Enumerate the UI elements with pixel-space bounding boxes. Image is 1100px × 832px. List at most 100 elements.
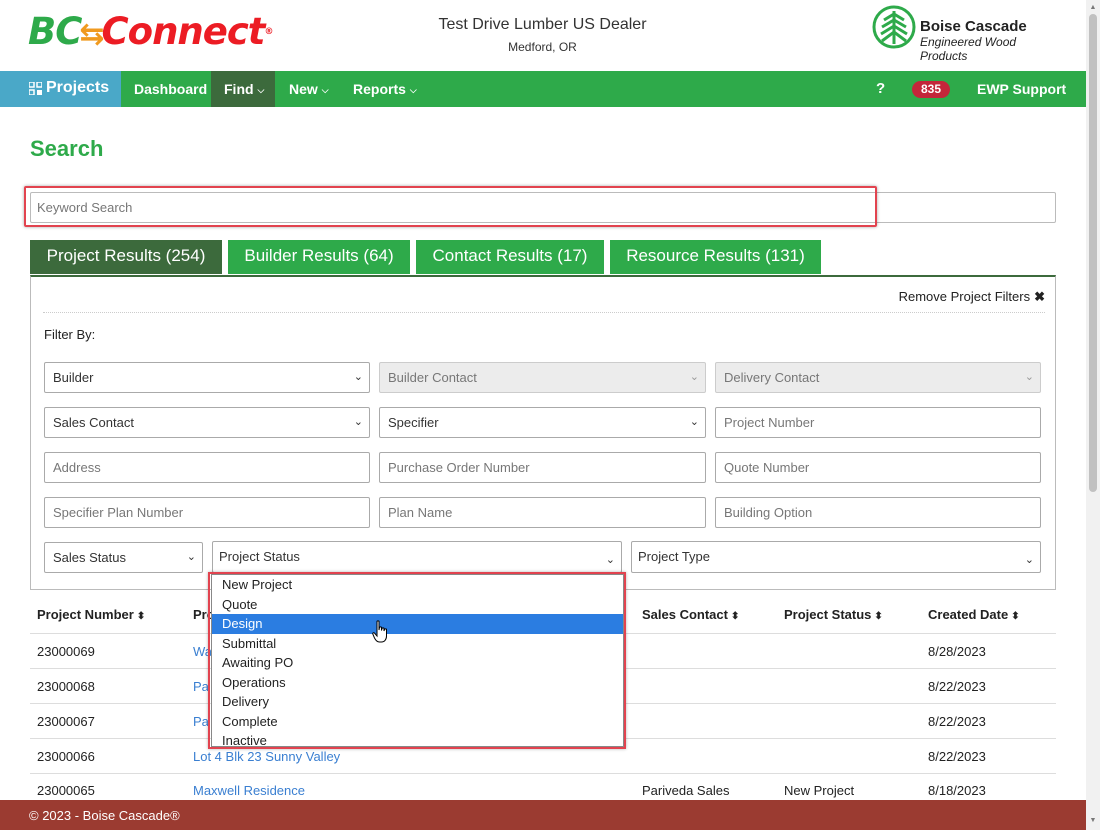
project-name-link[interactable]: Lot 4 Blk 23 Sunny Valley xyxy=(193,749,340,764)
column-header-created-date[interactable]: Created Date ⬍ xyxy=(928,607,1020,622)
status-option-complete[interactable]: Complete xyxy=(212,712,623,732)
delivery-contact-select[interactable]: Delivery Contact ⌄ xyxy=(715,362,1041,393)
quote-number-input[interactable]: Quote Number xyxy=(715,452,1041,483)
column-label: Project Status xyxy=(784,607,872,622)
filter-by-label: Filter By: xyxy=(44,327,96,342)
tab-resource-results[interactable]: Resource Results (131) xyxy=(610,240,821,274)
page-title: Search xyxy=(30,136,104,161)
chevron-down-icon: ⌄ xyxy=(1024,371,1034,383)
created-date-cell: 8/18/2023 xyxy=(928,783,986,798)
project-number-cell: 23000067 xyxy=(37,714,95,729)
company-name: Boise Cascade xyxy=(920,18,1027,35)
help-button[interactable]: ? xyxy=(876,71,885,107)
project-type-multiselect[interactable]: Project Type ⌄ xyxy=(631,541,1041,573)
delivery-contact-value: Delivery Contact xyxy=(724,370,820,385)
column-header-project-status[interactable]: Project Status ⬍ xyxy=(784,607,883,622)
sort-icon: ⬍ xyxy=(136,611,146,622)
chevron-down-icon: ⌄ xyxy=(353,416,363,428)
created-date-cell: 8/22/2023 xyxy=(928,749,986,764)
builder-contact-value: Builder Contact xyxy=(388,370,477,385)
sales-contact-value: Sales Contact xyxy=(53,415,134,430)
column-label: Sales Contact xyxy=(642,607,728,622)
nav-ewp-support[interactable]: EWP Support xyxy=(977,71,1066,107)
nav-dashboard-label: Dashboard xyxy=(134,81,208,97)
status-option-operations[interactable]: Operations xyxy=(212,673,623,693)
sort-icon: ⬍ xyxy=(1011,611,1020,622)
builder-contact-select[interactable]: Builder Contact ⌄ xyxy=(379,362,706,393)
plan-name-input[interactable]: Plan Name xyxy=(379,497,706,528)
project-number-input[interactable]: Project Number xyxy=(715,407,1041,438)
project-name-link[interactable]: Pa xyxy=(193,714,209,729)
boise-cascade-logo: Boise Cascade Engineered Wood Products xyxy=(872,5,1062,63)
project-number-cell: 23000068 xyxy=(37,679,95,694)
project-name-link[interactable]: Pa xyxy=(193,679,209,694)
status-option-awaiting-po[interactable]: Awaiting PO xyxy=(212,653,623,673)
specifier-value: Specifier xyxy=(388,415,439,430)
project-type-value: Project Type xyxy=(638,549,711,564)
specifier-select[interactable]: Specifier ⌄ xyxy=(379,407,706,438)
close-icon: ✖ xyxy=(1034,289,1045,304)
project-number-cell: 23000069 xyxy=(37,644,95,659)
sales-status-select[interactable]: Sales Status ⌄ xyxy=(44,542,203,573)
logo-bc-text: BC xyxy=(28,10,82,53)
nav-find-label: Find xyxy=(224,81,254,97)
tab-project-results[interactable]: Project Results (254) xyxy=(30,240,222,274)
created-date-cell: 8/22/2023 xyxy=(928,714,986,729)
nav-projects-label: Projects xyxy=(46,79,110,96)
keyword-search-input[interactable] xyxy=(30,192,1056,223)
project-name-link[interactable]: Wa xyxy=(193,644,212,659)
column-label: Project Number xyxy=(37,607,134,622)
chevron-down-icon: ⌄ xyxy=(605,554,615,566)
nav-reports[interactable]: Reports ⌵ xyxy=(353,71,417,107)
scroll-up-icon[interactable]: ▲ xyxy=(1088,3,1098,13)
logo-arrows-icon: ⇆ xyxy=(79,17,104,52)
chevron-down-icon: ⌄ xyxy=(689,371,699,383)
project-status-cell: New Project xyxy=(784,783,855,798)
builder-select-value: Builder xyxy=(53,370,94,385)
address-input[interactable]: Address xyxy=(44,452,370,483)
scroll-down-icon[interactable]: ▼ xyxy=(1088,816,1098,826)
nav-find[interactable]: Find ⌵ xyxy=(211,71,275,107)
dealer-name: Test Drive Lumber US Dealer xyxy=(438,16,647,33)
bcconnect-logo[interactable]: BC⇆Connect® xyxy=(28,10,273,57)
nav-new[interactable]: New ⌵ xyxy=(289,71,329,107)
scrollbar-thumb[interactable] xyxy=(1089,14,1097,492)
footer-copyright: © 2023 - Boise Cascade® xyxy=(29,808,180,823)
status-option-inactive[interactable]: Inactive xyxy=(212,731,623,751)
purchase-order-number-input[interactable]: Purchase Order Number xyxy=(379,452,706,483)
builder-select[interactable]: Builder ⌄ xyxy=(44,362,370,393)
sort-icon: ⬍ xyxy=(874,611,883,622)
tree-icon xyxy=(872,5,916,49)
column-header-sales-contact[interactable]: Sales Contact ⬍ xyxy=(642,607,739,622)
sales-contact-select[interactable]: Sales Contact ⌄ xyxy=(44,407,370,438)
status-option-delivery[interactable]: Delivery xyxy=(212,692,623,712)
created-date-cell: 8/28/2023 xyxy=(928,644,986,659)
status-option-submittal[interactable]: Submittal xyxy=(212,634,623,654)
status-option-design[interactable]: Design xyxy=(212,614,623,634)
dealer-info: Test Drive Lumber US Dealer Medford, OR xyxy=(380,16,705,54)
status-option-quote[interactable]: Quote xyxy=(212,595,623,615)
sales-contact-cell: Pariveda Sales xyxy=(642,783,730,798)
tab-builder-results[interactable]: Builder Results (64) xyxy=(228,240,410,274)
nav-projects[interactable]: Projects xyxy=(0,71,121,107)
chevron-down-icon: ⌵ xyxy=(257,85,265,96)
project-name-link[interactable]: Maxwell Residence xyxy=(193,783,305,798)
column-header-project-number[interactable]: Project Number ⬍ xyxy=(37,607,145,622)
remove-project-filters-button[interactable]: Remove Project Filters ✖ xyxy=(899,289,1045,305)
chevron-down-icon: ⌄ xyxy=(186,551,196,563)
building-option-input[interactable]: Building Option xyxy=(715,497,1041,528)
nav-new-label: New xyxy=(289,81,318,97)
notification-badge[interactable]: 835 xyxy=(912,81,950,98)
tab-contact-results[interactable]: Contact Results (17) xyxy=(416,240,604,274)
sort-icon: ⬍ xyxy=(730,611,740,622)
sales-status-value: Sales Status xyxy=(53,550,126,565)
chevron-down-icon: ⌵ xyxy=(409,85,417,96)
specifier-plan-number-input[interactable]: Specifier Plan Number xyxy=(44,497,370,528)
status-option-new-project[interactable]: New Project xyxy=(212,575,623,595)
project-status-multiselect[interactable]: Project Status ⌄ xyxy=(212,541,622,573)
app-header: BC⇆Connect® Test Drive Lumber US Dealer … xyxy=(0,0,1086,71)
nav-dashboard[interactable]: Dashboard xyxy=(134,71,207,107)
project-status-value: Project Status xyxy=(219,549,300,564)
logo-connect-text: Connect xyxy=(101,10,266,53)
company-tagline: Engineered Wood Products xyxy=(920,35,1017,63)
